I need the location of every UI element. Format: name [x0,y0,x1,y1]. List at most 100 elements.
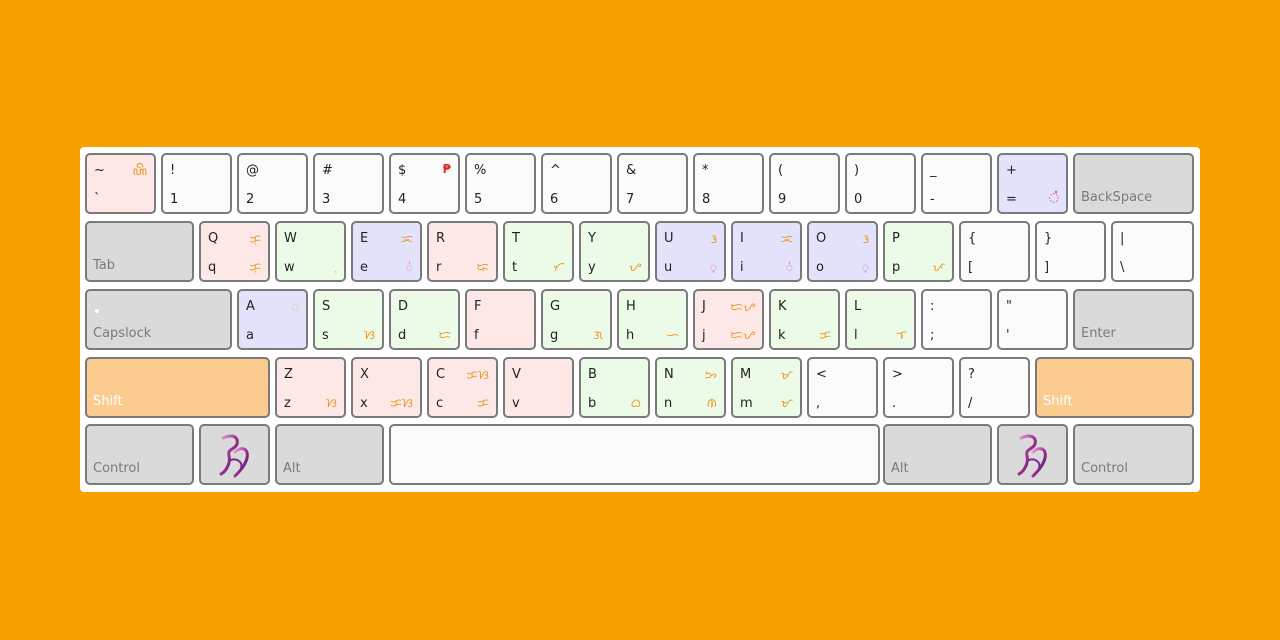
enter-key[interactable]: Enter [1073,289,1194,350]
key-b[interactable]: B b ᜊ [579,357,650,418]
key-d[interactable]: D d ᜇ [389,289,460,350]
key-glyph: ◌ᜒ [785,260,793,274]
key-comma[interactable]: < , [807,357,878,418]
key-char: 9 [778,192,787,207]
virama-glyph: ◌̽ [1048,190,1059,204]
key-char: - [930,192,935,207]
spacebar[interactable] [389,424,880,485]
key-m[interactable]: M m ᜋ ᜋ [731,357,802,418]
key-shift-char: E [360,231,369,246]
key-shift-char: R [436,231,446,246]
key-t[interactable]: T t ᜆ [503,221,574,282]
tab-key[interactable]: Tab [85,221,194,282]
logo-key-right[interactable] [997,424,1068,485]
key-a[interactable]: A a ᜀ [237,289,308,350]
key-glyph: ᜄ [592,328,603,342]
key-left-bracket[interactable]: { [ [959,221,1030,282]
key-right-bracket[interactable]: } ] [1035,221,1106,282]
key-char: 2 [246,192,255,207]
key-l[interactable]: L l ᜎ [845,289,916,350]
alt-label: Alt [283,461,301,476]
key-6[interactable]: ^ 6 [541,153,612,214]
key-u[interactable]: U u ᜂ ◌ᜓ [655,221,726,282]
key-c[interactable]: C c ᜃᜐ ᜃ [427,357,498,418]
backspace-label: BackSpace [1081,190,1153,205]
key-char: b [588,396,597,411]
key-equals[interactable]: + = ◌̽ [997,153,1068,214]
key-char: ' [1006,328,1010,343]
key-char: o [816,260,824,275]
key-2[interactable]: @ 2 [237,153,308,214]
key-4[interactable]: $ 4 ₱ [389,153,460,214]
key-char: q [208,260,217,275]
key-i[interactable]: I i ᜁ ◌ᜒ [731,221,802,282]
key-y[interactable]: Y y ᜌ [579,221,650,282]
key-backtick[interactable]: ~ ` ꦲꦼ [85,153,156,214]
key-8[interactable]: * 8 [693,153,764,214]
key-char: w [284,260,295,275]
key-char: 8 [702,192,711,207]
key-h[interactable]: H h ᜑ [617,289,688,350]
key-z[interactable]: Z z ᜐ [275,357,346,418]
key-period[interactable]: > . [883,357,954,418]
capslock-key[interactable]: Capslock [85,289,232,350]
shift-right-key[interactable]: Shift [1035,357,1194,418]
control-left-key[interactable]: Control [85,424,194,485]
key-o[interactable]: O o ᜂ ◌ᜓ [807,221,878,282]
key-9[interactable]: ( 9 [769,153,840,214]
key-shift-char: ) [854,163,860,178]
key-r[interactable]: R r ᜍ [427,221,498,282]
key-j[interactable]: J j ᜇᜌ ᜇᜌ [693,289,764,350]
key-5[interactable]: % 5 [465,153,536,214]
baybayin-logo-icon [219,434,249,477]
key-glyph: ᜍ [476,260,489,274]
key-minus[interactable]: _ - [921,153,992,214]
key-w[interactable]: W w ᜓ [275,221,346,282]
key-7[interactable]: & 7 [617,153,688,214]
key-1[interactable]: ! 1 [161,153,232,214]
key-q[interactable]: Q q ᜃᜓ ᜃᜓ [199,221,270,282]
alt-right-key[interactable]: Alt [883,424,992,485]
key-char: y [588,260,596,275]
baybayin-logo-icon [1017,434,1047,477]
logo-key-left[interactable] [199,424,270,485]
key-f[interactable]: F f [465,289,536,350]
key-shift-char: S [322,299,331,314]
key-p[interactable]: P p ᜉ [883,221,954,282]
backspace-key[interactable]: BackSpace [1073,153,1194,214]
key-e[interactable]: E e ᜁ ◌ᜒ [351,221,422,282]
key-3[interactable]: # 3 [313,153,384,214]
key-shift-char: F [474,299,482,314]
key-char: \ [1120,260,1125,275]
shift-left-key[interactable]: Shift [85,357,270,418]
key-glyph: ᜊ [630,396,641,410]
key-glyph: ◌ᜓ [861,260,869,274]
key-char: e [360,260,368,275]
key-g[interactable]: G g ᜄ [541,289,612,350]
key-backslash[interactable]: | \ [1111,221,1194,282]
key-x[interactable]: X x ᜃᜐ [351,357,422,418]
key-slash[interactable]: ? / [959,357,1030,418]
key-char: d [398,328,407,343]
key-s[interactable]: S s ᜐ [313,289,384,350]
key-shift-char: Q [208,231,219,246]
key-glyph-shift: ᜇᜌ [730,300,755,314]
key-quote[interactable]: " ' [997,289,1068,350]
key-shift-char: U [664,231,674,246]
key-shift-char: Y [588,231,596,246]
key-k[interactable]: K k ᜃ [769,289,840,350]
control-right-key[interactable]: Control [1073,424,1194,485]
key-shift-char: L [854,299,862,314]
key-semicolon[interactable]: : ; [921,289,992,350]
key-n[interactable]: N n ᜅ ᜈ [655,357,726,418]
key-glyph: ᜇᜌ [730,328,755,342]
key-shift-char: # [322,163,333,178]
key-shift-char: _ [930,163,937,178]
key-char: m [740,396,753,411]
alt-left-key[interactable]: Alt [275,424,384,485]
key-glyph: ᜃᜐ [390,396,413,410]
key-0[interactable]: ) 0 [845,153,916,214]
key-shift-char: + [1006,163,1017,178]
key-v[interactable]: V v [503,357,574,418]
key-char: 7 [626,192,635,207]
